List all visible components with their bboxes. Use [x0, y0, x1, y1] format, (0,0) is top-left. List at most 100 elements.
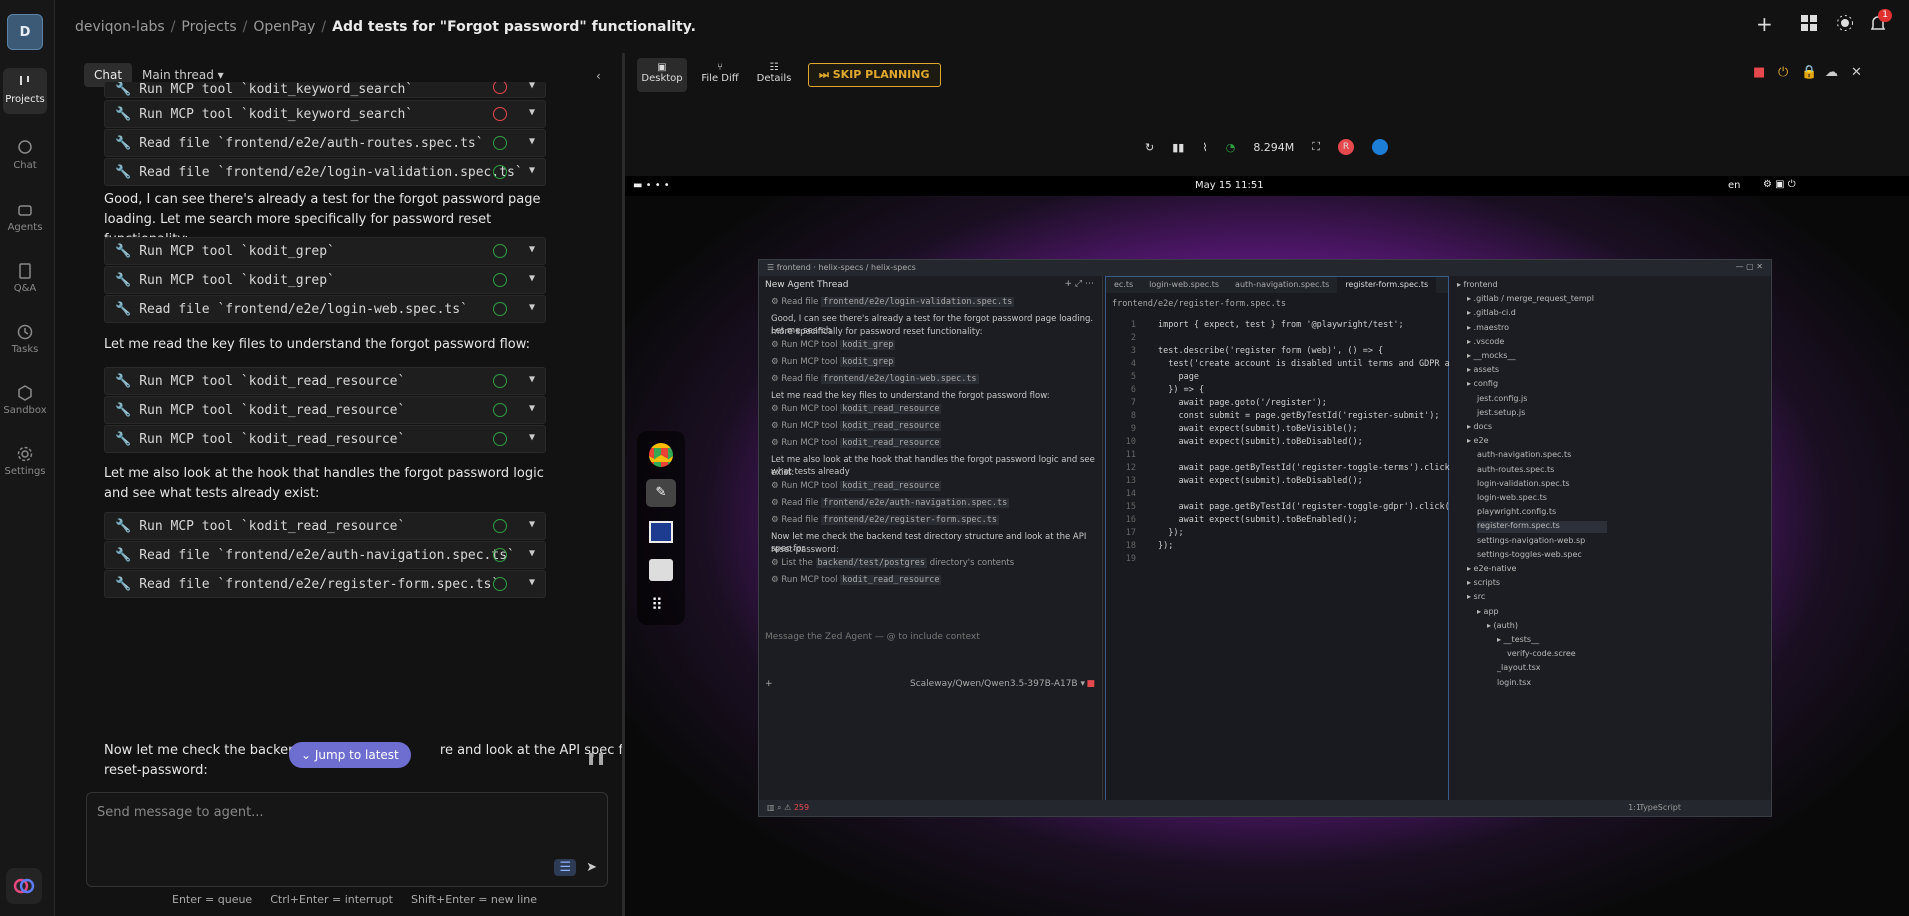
thread-actions[interactable]: + ⤢ ⋯ [1065, 279, 1094, 289]
tool-call[interactable]: 🔧 Read file `frontend/e2e/register-form.s… [104, 570, 546, 598]
agent-tool-line[interactable]: ⚙ Read file frontend/e2e/register-form.s… [771, 514, 1096, 526]
tree-item[interactable]: ▸ scripts [1467, 578, 1500, 590]
record-badge[interactable]: R [1338, 139, 1354, 155]
tree-item[interactable]: ▸ .vscode [1467, 337, 1504, 349]
user-avatar[interactable] [1372, 139, 1388, 155]
theme-sun-icon[interactable] [1836, 14, 1854, 36]
tool-call[interactable]: 🔧 Run MCP tool `kodit_grep` ▼ [104, 237, 546, 265]
cloud-upload-icon[interactable]: ☁ [1825, 65, 1838, 80]
editor-tab[interactable]: ec.ts [1106, 277, 1141, 293]
tree-item[interactable]: ▸ .gitlab / merge_request_templ [1467, 294, 1594, 306]
zed-project[interactable]: frontend [777, 263, 811, 272]
skip-planning-button[interactable]: ⏭ SKIP PLANNING [808, 63, 941, 87]
chrome-icon[interactable] [649, 443, 673, 467]
tree-item[interactable]: ▸ __tests__ [1497, 635, 1539, 647]
agent-tool-line[interactable]: ⚙ Run MCP tool kodit_read_resource [771, 403, 1096, 415]
nav-settings[interactable]: Settings [3, 440, 47, 484]
tab-file-diff[interactable]: ⑂ File Diff [695, 58, 745, 92]
tool-call[interactable]: 🔧 Read file `frontend/e2e/auth-navigation… [104, 541, 546, 569]
clock[interactable]: May 15 11:51 [1195, 180, 1264, 191]
lock-icon[interactable]: 🔒 [1801, 65, 1817, 80]
panel-toggle-icons[interactable]: ▥ ⌕ ⚠ [767, 803, 794, 812]
tab-details[interactable]: ☷ Details [749, 58, 799, 92]
refresh-icon[interactable]: ↻ [1145, 141, 1154, 154]
close-icon[interactable]: ✕ [1851, 65, 1862, 80]
agent-tool-line[interactable]: ⚙ List the backend/test/postgres directo… [771, 557, 1096, 569]
language-mode[interactable]: TypeScript [1639, 803, 1681, 812]
trend-icon[interactable]: ⌇ [1202, 141, 1207, 154]
agent-tool-line[interactable]: ⚙ Run MCP tool kodit_read_resource [771, 574, 1096, 586]
zed-branch-2[interactable]: helix-specs [871, 263, 916, 272]
tree-item[interactable]: jest.setup.js [1477, 408, 1525, 420]
drive-icon[interactable] [649, 559, 673, 581]
tree-item[interactable]: auth-routes.spec.ts [1477, 465, 1554, 477]
power-icon[interactable]: ⏻ [1778, 65, 1788, 80]
agent-tool-line[interactable]: ⚙ Run MCP tool kodit_grep [771, 356, 1096, 368]
tool-call[interactable]: 🔧 Run MCP tool `kodit_read_resource` ▼ [104, 367, 546, 395]
tree-item[interactable]: settings-navigation-web.sp [1477, 536, 1585, 548]
zed-stop-icon[interactable]: ■ [1086, 679, 1095, 689]
apps-grid-icon[interactable] [1800, 14, 1818, 36]
input-language[interactable]: en [1728, 180, 1741, 191]
breadcrumb-project[interactable]: OpenPay [253, 19, 315, 35]
tree-item[interactable]: ▸ assets [1467, 365, 1499, 377]
speed-gauge-icon[interactable]: ◔ [1226, 141, 1236, 154]
tool-call[interactable]: 🔧 Read file `frontend/e2e/login-validatio… [104, 158, 546, 186]
agent-tool-line[interactable]: ⚙ Run MCP tool kodit_read_resource [771, 420, 1096, 432]
tree-item[interactable]: verify-code.scree [1507, 649, 1576, 661]
tree-item[interactable]: jest.config.js [1477, 394, 1527, 406]
helix-logo-icon[interactable] [6, 868, 42, 904]
breadcrumb-org[interactable]: deviqon-labs [75, 19, 165, 35]
send-icon[interactable]: ➤ [586, 860, 597, 875]
agent-tool-line[interactable]: ⚙ Run MCP tool kodit_read_resource [771, 480, 1096, 492]
tool-call[interactable]: 🔧 Run MCP tool `kodit_grep` ▼ [104, 266, 546, 294]
zed-model-select[interactable]: Scaleway/Qwen/Qwen3.5-397B-A17B ▾ [910, 679, 1085, 689]
code-editor[interactable]: ec.ts login-web.spec.ts auth-navigation.… [1105, 276, 1465, 802]
tree-item[interactable]: playwright.config.ts [1477, 507, 1556, 519]
files-icon[interactable] [649, 521, 673, 543]
notifications-bell-icon[interactable]: 1 [1870, 9, 1892, 36]
collapse-panel-icon[interactable]: ‹ [596, 69, 601, 83]
tree-item[interactable]: ▸ .gitlab-ci.d [1467, 308, 1516, 320]
workspaces-indicator[interactable]: ▬ • • • [633, 180, 670, 191]
tree-item[interactable]: register-form.spec.ts [1477, 521, 1607, 534]
window-controls[interactable]: — ▢ ✕ [1736, 262, 1763, 271]
tool-call[interactable]: 🔧 Read file `frontend/e2e/auth-routes.spe… [104, 129, 546, 157]
tree-item[interactable]: ▸ e2e [1467, 436, 1489, 448]
tool-call[interactable]: 🔧 Run MCP tool `kodit_read_resource` ▼ [104, 396, 546, 424]
bar-chart-icon[interactable]: ▮▮ [1172, 141, 1184, 154]
tool-call[interactable]: 🔧 Run MCP tool `kodit_keyword_search` ▼ [104, 82, 546, 98]
tree-item[interactable]: ▸ .maestro [1467, 323, 1509, 335]
editor-tab[interactable]: auth-navigation.spec.ts [1227, 277, 1337, 293]
breadcrumb-projects[interactable]: Projects [181, 19, 236, 35]
tree-item[interactable]: login-web.spec.ts [1477, 493, 1547, 505]
stop-icon[interactable]: ■ [1753, 65, 1765, 80]
error-count[interactable]: 259 [794, 803, 809, 812]
queue-mode-icon[interactable]: ☰ [554, 859, 577, 876]
plus-icon[interactable]: + [765, 679, 773, 689]
tree-item[interactable]: ▸ frontend [1457, 280, 1498, 292]
zed-branch[interactable]: helix-specs [818, 263, 863, 272]
tree-item[interactable]: ▸ e2e-native [1467, 564, 1516, 576]
tree-item[interactable]: ▸ config [1467, 379, 1498, 391]
zed-agent-input[interactable]: Message the Zed Agent — @ to include con… [765, 632, 1097, 654]
agent-tool-line[interactable]: ⚙ Run MCP tool kodit_grep [771, 339, 1096, 351]
tree-item[interactable]: ▸ src [1467, 592, 1485, 604]
tree-item[interactable]: ▸ docs [1467, 422, 1492, 434]
nav-chat[interactable]: Chat [3, 134, 47, 178]
agent-tool-line[interactable]: ⚙ Read file frontend/e2e/login-validatio… [771, 296, 1096, 308]
tree-item[interactable]: auth-navigation.spec.ts [1477, 450, 1571, 462]
tool-call[interactable]: 🔧 Read file `frontend/e2e/login-web.spec.… [104, 295, 546, 323]
editor-tab[interactable]: login-web.spec.ts [1141, 277, 1227, 293]
agent-tool-line[interactable]: ⚙ Read file frontend/e2e/auth-navigation… [771, 497, 1096, 509]
editor-tab-active[interactable]: register-form.spec.ts [1337, 277, 1437, 293]
system-tray-icons[interactable]: ⚙ ▣ ⏻ [1763, 179, 1796, 190]
tree-item[interactable]: login.tsx [1497, 678, 1531, 690]
tool-call[interactable]: 🔧 Run MCP tool `kodit_read_resource` ▼ [104, 425, 546, 453]
thread-select[interactable]: Main thread ▾ [142, 68, 224, 82]
tool-call[interactable]: 🔧 Run MCP tool `kodit_keyword_search` ▼ [104, 100, 546, 128]
fullscreen-icon[interactable]: ⛶ [1312, 140, 1320, 154]
nav-qa[interactable]: Q&A [3, 257, 47, 301]
tree-item[interactable]: ▸ app [1477, 607, 1499, 619]
tree-item[interactable]: ▸ (auth) [1487, 621, 1518, 633]
